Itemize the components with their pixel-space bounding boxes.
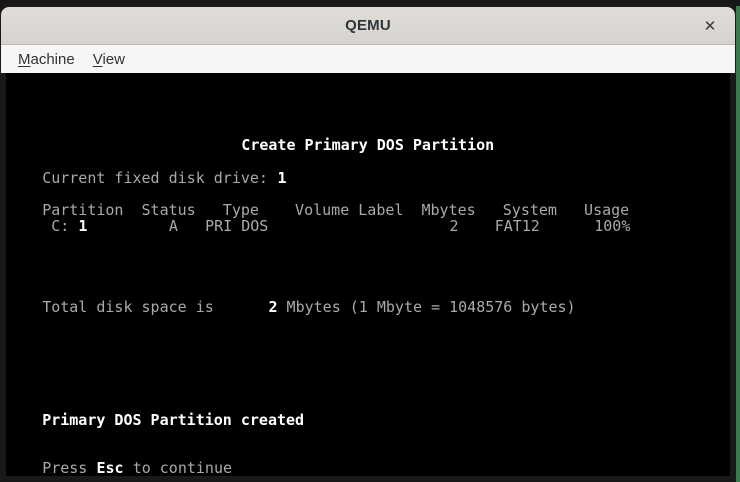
menu-view[interactable]: View: [84, 49, 134, 70]
close-icon: ✕: [704, 17, 717, 35]
partition-row: FAT12: [495, 218, 540, 234]
desktop-background-strip: [736, 6, 740, 482]
total-space-line: Total disk space is: [42, 299, 214, 315]
prompt-line: Esc: [97, 460, 124, 476]
partition-row: 2: [449, 218, 458, 234]
partition-row: 100%: [594, 218, 630, 234]
status-message: Primary DOS Partition created: [42, 412, 304, 428]
screen-title: Create Primary DOS Partition: [241, 137, 494, 153]
menu-bar: Machine View: [1, 45, 735, 73]
current-drive-line: Current fixed disk drive:: [42, 170, 268, 186]
window-title: QEMU: [345, 17, 391, 34]
qemu-window: QEMU ✕ Machine View Create Primary DOS P…: [0, 0, 736, 482]
prompt-line: to continue: [133, 460, 232, 476]
total-space-line: Mbytes (1 Mbyte = 1048576 bytes): [287, 299, 576, 315]
partition-table-header: Partition Status Type Volume Label Mbyte…: [42, 202, 629, 218]
total-space-line: 2: [268, 299, 277, 315]
title-bar[interactable]: QEMU ✕: [1, 7, 735, 45]
guest-display[interactable]: Create Primary DOS Partition Current fixe…: [6, 73, 730, 476]
desktop: QEMU ✕ Machine View Create Primary DOS P…: [0, 0, 740, 482]
close-button[interactable]: ✕: [699, 15, 721, 37]
prompt-line: Press: [42, 460, 87, 476]
current-drive-line: 1: [278, 170, 287, 186]
partition-row: 1: [78, 218, 87, 234]
partition-row: C:: [51, 218, 69, 234]
partition-row: PRI DOS: [205, 218, 268, 234]
menu-machine[interactable]: Machine: [9, 49, 84, 70]
partition-row: A: [169, 218, 178, 234]
